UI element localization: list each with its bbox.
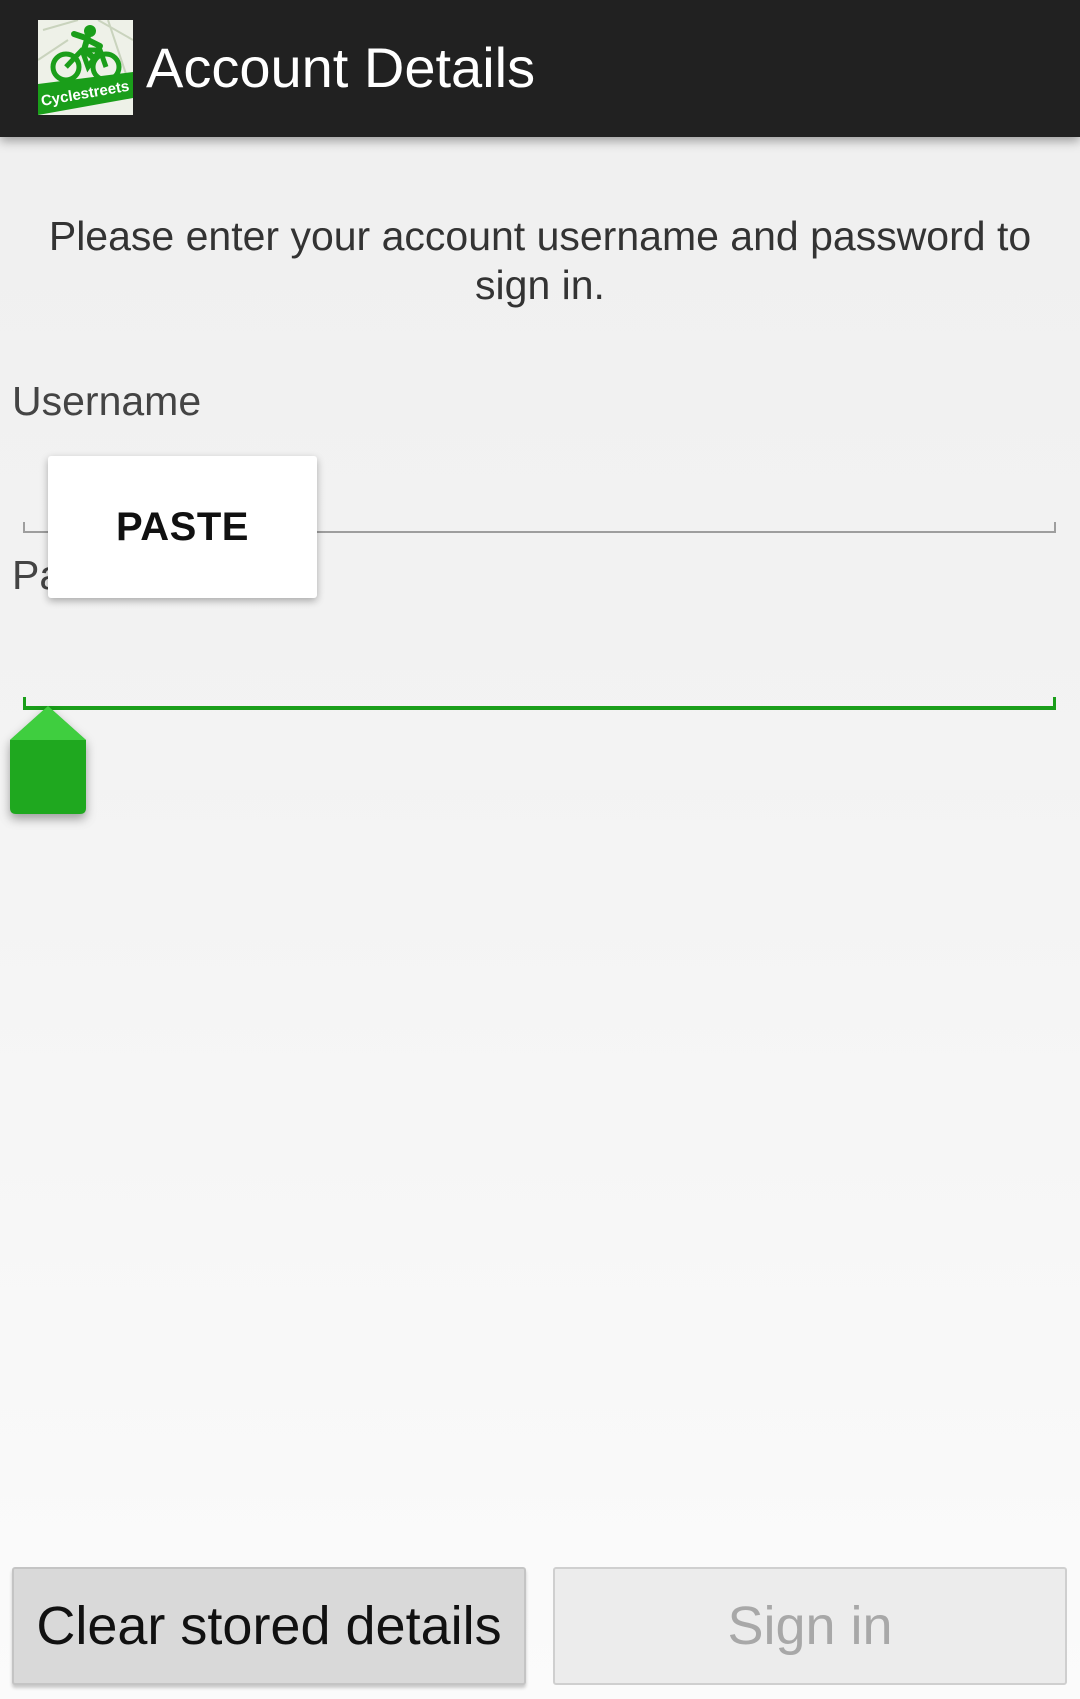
action-bar: Cyclestreets Account Details [0, 0, 1080, 137]
password-input[interactable] [24, 640, 1056, 700]
password-underline-focused [23, 697, 1056, 710]
sign-in-instructions: Please enter your account username and p… [48, 213, 1032, 308]
sign-in-button[interactable]: Sign in [553, 1567, 1067, 1685]
app-logo-icon[interactable]: Cyclestreets [38, 20, 133, 115]
text-cursor-handle-icon[interactable] [10, 706, 86, 814]
cyclist-logo-icon: Cyclestreets [38, 20, 133, 115]
clear-stored-details-button[interactable]: Clear stored details [12, 1567, 526, 1685]
page-title: Account Details [146, 36, 536, 99]
paste-button[interactable]: PASTE [116, 505, 249, 550]
paste-context-menu: PASTE [48, 456, 317, 598]
username-label: Username [12, 378, 202, 424]
